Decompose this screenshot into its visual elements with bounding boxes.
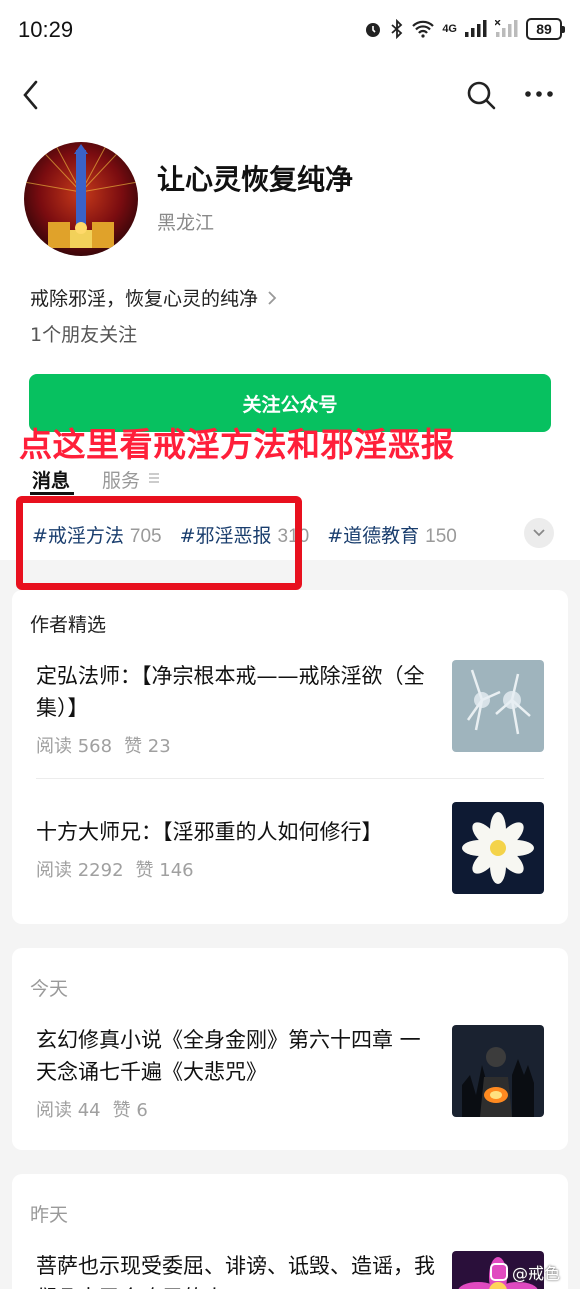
- article-item[interactable]: 菩萨也示现受委屈、诽谤、诋毁、造谣，我们凡夫又会吃亏的人: [36, 1250, 436, 1289]
- article-item[interactable]: 十方大师兄：【淫邪重的人如何修行】 阅读 2292 赞 146: [36, 816, 436, 882]
- back-icon[interactable]: [18, 78, 46, 112]
- signal-secondary-icon: [495, 20, 518, 37]
- search-icon[interactable]: [466, 80, 496, 110]
- annotation-highlight-box: [16, 496, 302, 590]
- yesterday-card: 昨天 菩萨也示现受委屈、诽谤、诋毁、造谣，我们凡夫又会吃亏的人: [12, 1174, 568, 1289]
- article-thumbnail[interactable]: [452, 660, 544, 752]
- account-description-text: 戒除邪淫，恢复心灵的纯净: [30, 288, 259, 310]
- article-meta: 阅读 2292 赞 146: [36, 860, 194, 881]
- yesterday-title: 昨天: [30, 1204, 69, 1226]
- today-title: 今天: [30, 978, 69, 1000]
- more-icon[interactable]: [522, 82, 556, 106]
- featured-title: 作者精选: [30, 614, 107, 636]
- article-title: 玄幻修真小说《全身金刚》第六十四章 一天念诵七千遍《大悲咒》: [36, 1028, 421, 1084]
- tab-messages[interactable]: 消息: [32, 466, 70, 493]
- article-title: 菩萨也示现受委屈、诽谤、诋毁、造谣，我们凡夫又会吃亏的人: [36, 1254, 435, 1289]
- network-type: 4G: [442, 23, 457, 35]
- status-bar: 10:29 4G 89: [0, 0, 580, 62]
- chevron-down-icon: [533, 529, 545, 537]
- article-meta: 阅读 44 赞 6: [36, 1100, 148, 1121]
- wifi-icon: [412, 20, 435, 38]
- divider: [36, 778, 544, 779]
- today-card: 今天 玄幻修真小说《全身金刚》第六十四章 一天念诵七千遍《大悲咒》 阅读 44 赞…: [12, 948, 568, 1150]
- status-icons: 4G 89: [363, 18, 565, 40]
- account-description[interactable]: 戒除邪淫，恢复心灵的纯净: [30, 284, 278, 311]
- watermark: @戒色: [490, 1260, 560, 1284]
- featured-card: 作者精选 定弘法师：【净宗根本戒——戒除淫欲（全集）】 阅读 568 赞 23 十…: [12, 590, 568, 924]
- expand-hashtags-button[interactable]: [524, 518, 554, 548]
- article-meta: 阅读 568 赞 23: [36, 736, 171, 757]
- tab-services[interactable]: 服务: [102, 466, 140, 493]
- promo-overlay-text: 点这里看戒淫方法和邪淫恶报: [19, 425, 455, 464]
- status-time: 10:29: [18, 17, 74, 42]
- hashtag-item[interactable]: #道德教育 150: [327, 521, 457, 548]
- active-tab-indicator: [30, 492, 74, 495]
- menu-icon: [149, 473, 159, 483]
- alarm-icon: [366, 23, 381, 37]
- account-avatar[interactable]: [24, 142, 138, 256]
- article-item[interactable]: 定弘法师：【净宗根本戒——戒除淫欲（全集）】 阅读 568 赞 23: [36, 660, 436, 758]
- chevron-right-icon: [268, 290, 277, 305]
- camera-icon: [490, 1263, 508, 1281]
- account-location: 黑龙江: [157, 212, 215, 234]
- friends-following: 1个朋友关注: [30, 324, 138, 346]
- battery-icon: 89: [526, 18, 565, 40]
- account-name: 让心灵恢复纯净: [157, 163, 354, 196]
- bluetooth-icon: [391, 19, 403, 39]
- signal-icon: [465, 20, 487, 37]
- article-title: 定弘法师：【净宗根本戒——戒除淫欲（全集）】: [36, 664, 425, 720]
- article-item[interactable]: 玄幻修真小说《全身金刚》第六十四章 一天念诵七千遍《大悲咒》 阅读 44 赞 6: [36, 1024, 436, 1122]
- article-thumbnail[interactable]: [452, 802, 544, 894]
- article-title: 十方大师兄：【淫邪重的人如何修行】: [36, 820, 383, 844]
- article-thumbnail[interactable]: [452, 1025, 544, 1117]
